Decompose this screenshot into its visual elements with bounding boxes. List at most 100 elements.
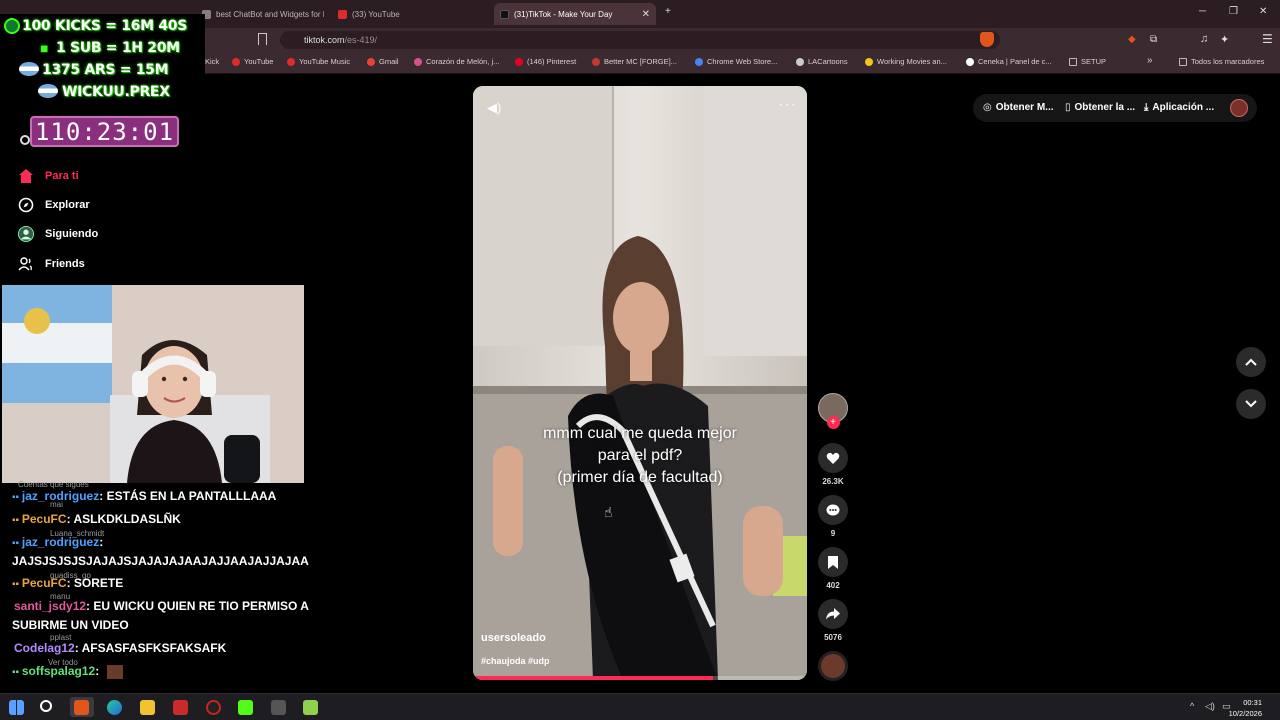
chat-username[interactable]: jaz_rodriguez (22, 489, 99, 503)
chrome-store-icon (695, 57, 703, 66)
get-coins-button[interactable]: ◎ Obtener M... (983, 102, 1054, 113)
menu-icon[interactable]: ☰ (1262, 32, 1273, 46)
get-app-button[interactable]: ▯ Obtener la ... (1065, 102, 1135, 113)
pinterest-icon (515, 57, 523, 66)
more-bookmarks-icon[interactable]: » (1147, 55, 1153, 66)
previous-video-button[interactable] (1236, 347, 1266, 377)
goal-sub: 1 SUB = 1H 20M (56, 40, 180, 56)
sidebar-item-friends[interactable]: Friends (18, 256, 85, 272)
bookmark-item[interactable]: Working Movies an... (865, 57, 947, 66)
chat-username[interactable]: Codelag12 (14, 641, 75, 655)
tab-tiktok[interactable]: (31)TikTok - Make Your Day ✕ (494, 3, 656, 25)
top-actions-bar: ◎ Obtener M... ▯ Obtener la ... ⤓ Aplicació… (973, 94, 1257, 122)
clock-date: 10/2/2026 (1228, 709, 1262, 718)
like-count: 26.3K (822, 477, 844, 486)
video-caption-line: para el pdf? (597, 447, 683, 464)
volume-icon[interactable]: ◀) (487, 100, 501, 116)
sidebar-item-label: Siguiendo (45, 228, 99, 240)
volume-tray-icon[interactable]: ◁) (1205, 701, 1215, 712)
minimize-icon[interactable]: ─ (1199, 6, 1206, 17)
system-clock[interactable]: 00:31 10/2/2026 (1229, 697, 1262, 719)
more-options-icon[interactable]: ··· (778, 96, 797, 114)
maximize-icon[interactable]: ❐ (1229, 6, 1238, 17)
bookmark-item[interactable]: Chrome Web Store... (695, 57, 777, 66)
tab-youtube[interactable]: (33) YouTube (332, 3, 482, 25)
bookmark-item[interactable]: Better MC [FORGE]... (592, 57, 677, 66)
app-icon[interactable] (271, 700, 286, 715)
puzzle-icon[interactable]: ⧉ (1150, 34, 1157, 45)
obs-icon[interactable] (206, 700, 221, 715)
video-progress-fill (473, 676, 714, 680)
friends-icon (18, 256, 34, 272)
chat-username[interactable]: santi_jsdy12 (14, 599, 86, 613)
chat-username[interactable]: PecuFC (22, 576, 67, 590)
sidebar-item-explorar[interactable]: Explorar (18, 197, 90, 213)
start-icon[interactable] (9, 700, 24, 715)
argentina-flag-icon (38, 84, 58, 98)
comment-button[interactable]: 9 (818, 495, 848, 538)
tray-chevron-icon[interactable]: ^ (1190, 701, 1194, 711)
edge-icon[interactable] (107, 700, 122, 715)
extension-icon[interactable]: ◆ (1128, 34, 1136, 45)
bookmark-item[interactable]: Gmail (367, 57, 399, 66)
desktop-app-button[interactable]: ⤓ Aplicación ... (1144, 102, 1214, 113)
video-progress-bar[interactable] (473, 676, 807, 680)
file-explorer-icon[interactable] (140, 700, 155, 715)
chat-username[interactable]: soffspalag12 (22, 664, 95, 678)
music-disc[interactable] (818, 651, 848, 681)
badge-icon: ▪▪ (12, 579, 22, 590)
bookmark-item[interactable]: (146) Pinterest (515, 57, 576, 66)
chat-text: : (99, 535, 104, 549)
sidebar-item-siguiendo[interactable]: Siguiendo (18, 226, 98, 242)
next-video-button[interactable] (1236, 389, 1266, 419)
kick-icon[interactable] (238, 700, 253, 715)
video-player[interactable]: ◀) ··· mmm cual me queda mejor para el p… (473, 86, 807, 680)
like-button[interactable]: 26.3K (818, 443, 848, 486)
subathon-timer: 110:23:01 (30, 116, 179, 147)
bookmark-item[interactable]: YouTube (232, 57, 273, 66)
url-host: tiktok.com (304, 35, 345, 45)
folder-icon (1179, 57, 1187, 66)
chat-text: : SORETE (66, 576, 124, 590)
brave-icon (74, 700, 89, 715)
tab-chatbot[interactable]: best ChatBot and Widgets for Ki (196, 3, 324, 25)
clock-time: 00:31 (1243, 698, 1262, 707)
follow-plus-icon[interactable]: + (826, 416, 840, 429)
bookmark-icon[interactable] (258, 33, 267, 45)
search-icon[interactable] (40, 700, 52, 712)
bookmark-item[interactable]: YouTube Music (287, 57, 350, 66)
all-bookmarks-folder[interactable]: Todos los marcadores (1179, 57, 1264, 66)
sidebar-item-para-ti[interactable]: Para ti (18, 168, 79, 184)
video-caption-line: (primer día de facultad) (557, 469, 723, 486)
bookmark-item[interactable]: Ceneka | Panel de c... (966, 57, 1052, 66)
url-field[interactable]: tiktok.com/es-419/ (280, 31, 1000, 49)
heart-icon (818, 443, 848, 473)
share-button[interactable]: 5076 (818, 599, 848, 642)
close-window-icon[interactable]: ✕ (1259, 6, 1267, 17)
video-author[interactable]: usersoleado (481, 632, 546, 644)
prex-handle: WICKUU.PREX (62, 84, 170, 100)
app-tf-icon[interactable] (173, 700, 188, 715)
bookmark-item[interactable]: Corazón de Melón, j... (414, 57, 499, 66)
bookmark-folder[interactable]: SETUP (1069, 57, 1106, 66)
save-button[interactable]: 402 (818, 547, 848, 590)
profile-avatar[interactable] (1230, 99, 1248, 117)
close-tab-icon[interactable]: ✕ (642, 9, 650, 20)
chat-username[interactable]: PecuFC (22, 512, 67, 526)
bookmark-item[interactable]: LACartoons (796, 57, 848, 66)
author-avatar[interactable]: + (818, 393, 848, 429)
chat-message-continued: JAJSJSJSJSJAJAJSJAJAJAJAAJAJJAAJAJJAJAA (12, 554, 309, 568)
video-hashtags[interactable]: #chaujoda #udp (481, 656, 550, 666)
chat-username[interactable]: jaz_rodriguez (22, 535, 99, 549)
brave-shield-icon[interactable] (980, 32, 994, 47)
sparkle-icon[interactable]: ✦ (1220, 33, 1229, 46)
search-icon[interactable] (20, 135, 30, 145)
music-icon[interactable]: ♫ (1200, 33, 1208, 45)
chevron-up-icon (1245, 358, 1257, 366)
chat-message: ▪▪ PecuFC: ASLKDKLDASLÑK (12, 512, 181, 526)
folder-icon (1069, 57, 1077, 66)
new-tab-icon[interactable]: + (665, 6, 671, 17)
minecraft-icon[interactable] (303, 700, 318, 715)
bookmark-item[interactable]: Kick (205, 57, 219, 66)
comment-icon (818, 495, 848, 525)
